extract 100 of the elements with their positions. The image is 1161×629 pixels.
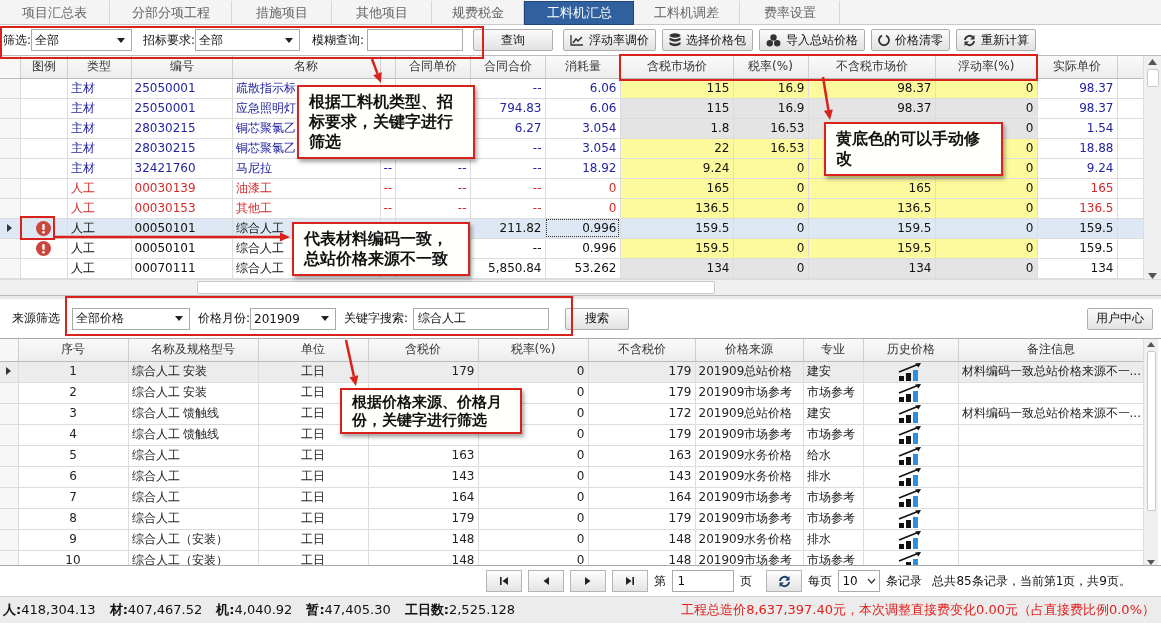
column-header[interactable]: 税率(%) [733,56,808,78]
table-cell: 32421760 [131,158,232,178]
column-header[interactable]: 历史价格 [863,339,958,361]
previous-page-icon [542,576,551,586]
scroll-thumb[interactable] [1146,69,1159,87]
callout: 根据工料机类型、招标要求，关键字进行筛选 [297,85,475,159]
table-cell: 25050001 [131,98,232,118]
dropdown[interactable]: 201909 [250,307,337,330]
previous-page-button[interactable] [528,570,565,592]
column-header[interactable]: 序号 [18,339,128,361]
table-cell: 201909市场参考 [695,382,803,403]
horizontal-scrollbar[interactable] [0,279,1161,295]
pager-label: 每页 [808,572,833,590]
column-header[interactable]: 备注信息 [958,339,1143,361]
search-button[interactable]: 搜索 [565,307,630,330]
column-header[interactable]: 浮动率(%) [935,56,1037,78]
column-header[interactable]: 价格来源 [695,339,803,361]
callout: 代表材料编码一致，总站价格来源不一致 [292,222,470,276]
table-cell: 0 [478,487,588,508]
page-field[interactable]: 1 [672,570,735,592]
tab[interactable]: 措施项目 [232,1,332,25]
bar-chart-icon[interactable] [897,508,924,528]
refresh-button[interactable] [766,570,803,592]
table-cell: 163 [368,445,478,466]
user-center-button[interactable]: 用户中心 [1087,307,1153,330]
table-cell: 人工 [67,258,131,278]
refresh-icon [963,33,977,47]
bar-chart-icon[interactable] [897,403,924,423]
toolbar-button[interactable]: 价格清零 [871,29,951,51]
table-cell: 工日 [258,529,368,550]
bar-chart-icon[interactable] [897,487,924,507]
column-header[interactable]: 不含税市场价 [808,56,935,78]
dropdown[interactable]: 全部价格 [72,307,190,330]
vertical-scrollbar[interactable] [1143,56,1161,279]
page-size-dropdown[interactable]: 10 [838,570,881,592]
status-item: 机:4,040.92 [216,601,293,619]
toolbar-button[interactable]: 选择价格包 [662,29,754,51]
table-cell: 148 [588,529,695,550]
column-header[interactable]: 专业 [803,339,863,361]
table-cell: -- [470,178,545,198]
bar-chart-icon[interactable] [897,466,924,486]
table-cell: 综合人工 安装 [128,382,258,403]
table-cell: 0 [478,466,588,487]
vertical-scrollbar[interactable] [1143,339,1158,565]
table-cell: 工日 [258,445,368,466]
bar-chart-icon[interactable] [897,424,924,444]
table-cell: 179 [588,508,695,529]
table-cell: 建安 [803,403,863,424]
tab[interactable]: 费率设置 [740,1,840,25]
search-field[interactable] [367,29,464,51]
row-pointer-icon [6,367,12,375]
query-button[interactable]: 查询 [473,29,554,51]
table-cell: 201909水务价格 [695,529,803,550]
tab[interactable]: 项目汇总表 [0,1,110,25]
scroll-thumb[interactable] [197,281,715,294]
highlight-frame [20,216,55,240]
column-header[interactable]: 不含税价 [588,339,695,361]
next-page-button[interactable] [570,570,607,592]
dropdown[interactable]: 全部 [31,29,133,51]
dropdown[interactable]: 全部 [195,29,301,51]
toolbar-button[interactable]: 重新计算 [956,29,1037,51]
toolbar-button[interactable]: 导入总站价格 [759,29,866,51]
tab[interactable]: 工料机汇总 [524,1,634,25]
scroll-thumb[interactable] [1146,351,1156,511]
callout: 根据价格来源、价格月份，关键字进行筛选 [340,388,522,434]
column-header[interactable]: 含税市场价 [620,56,733,78]
tab[interactable]: 工料机调差 [634,1,740,25]
last-page-button[interactable] [612,570,649,592]
tab[interactable]: 分部分项工程 [110,1,232,25]
first-page-button[interactable] [486,570,523,592]
status-item: 人:418,304.13 [3,601,96,619]
bar-chart-icon[interactable] [897,445,924,465]
table-cell: 98.37 [1037,98,1117,118]
column-header[interactable]: 名称及规格型号 [128,339,258,361]
bar-chart-icon[interactable] [897,361,924,381]
column-header[interactable]: 单位 [258,339,368,361]
column-header[interactable]: 合同合价 [470,56,545,78]
toolbar-button[interactable]: 浮动率调价 [563,29,657,51]
table-cell: 综合人工 馈触线 [128,424,258,445]
table-cell: 201909市场参考 [695,487,803,508]
refresh-icon [777,574,791,588]
bar-chart-icon[interactable] [897,550,924,565]
table-cell: 排水 [803,529,863,550]
bar-chart-icon[interactable] [897,382,924,402]
scroll-up-icon [1147,342,1155,347]
table-cell: 00030139 [131,178,232,198]
keyword-field[interactable]: 综合人工 [413,307,550,330]
table-cell: 172 [588,403,695,424]
bar-chart-icon[interactable] [897,529,924,549]
table-cell: 179 [588,424,695,445]
table-cell: 市场参考 [803,424,863,445]
table-cell: 165 [1037,178,1117,198]
table-cell: 0 [545,178,620,198]
column-header[interactable]: 消耗量 [545,56,620,78]
table-cell: 148 [368,529,478,550]
column-header[interactable]: 税率(%) [478,339,588,361]
column-header[interactable]: 含税价 [368,339,478,361]
warning-icon [36,220,51,236]
tab[interactable]: 其他项目 [332,1,432,25]
column-header[interactable]: 实际单价 [1037,56,1117,78]
